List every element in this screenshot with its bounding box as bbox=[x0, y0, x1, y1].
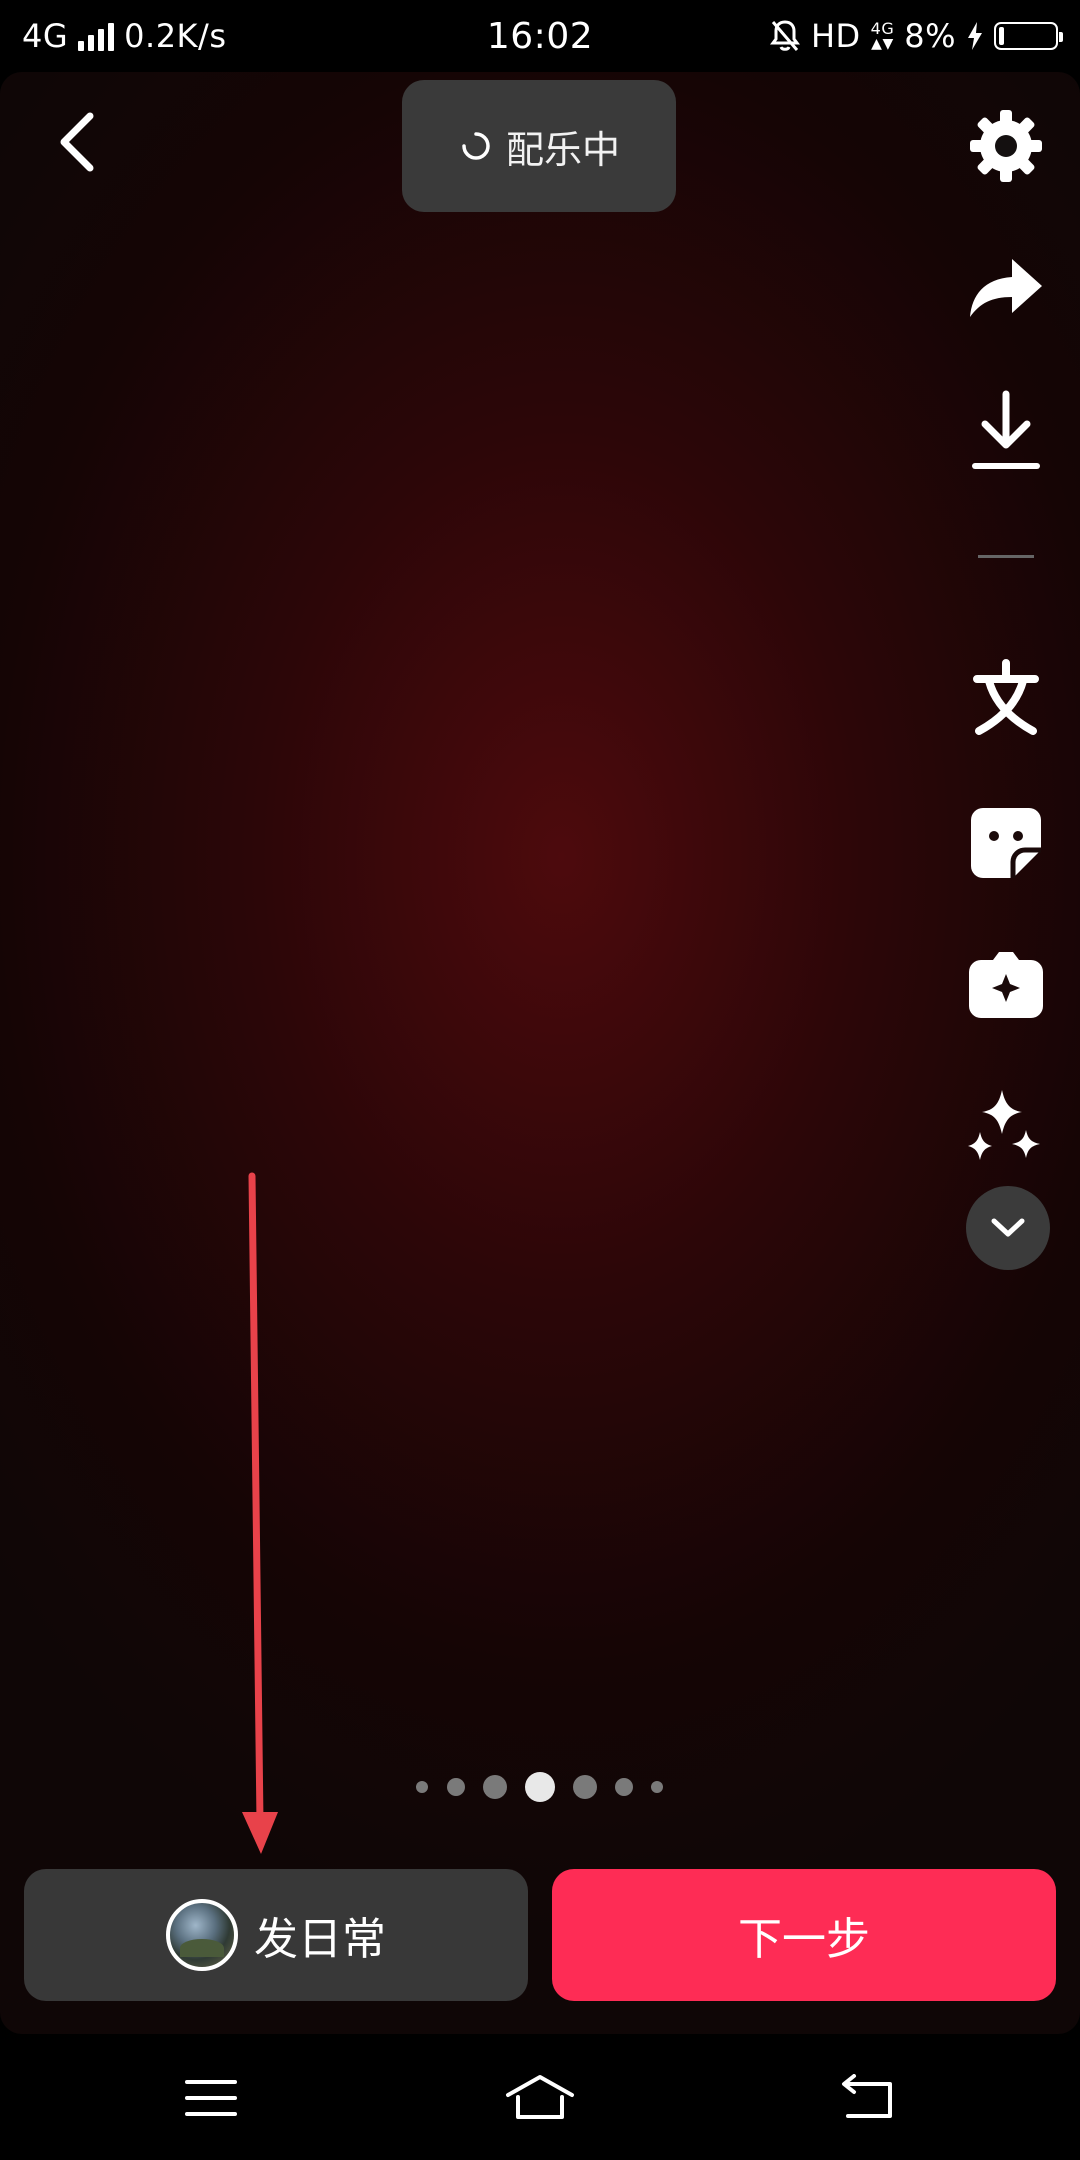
toolbar-divider bbox=[978, 555, 1034, 558]
sticker-button[interactable] bbox=[960, 797, 1052, 889]
post-daily-label: 发日常 bbox=[254, 1914, 386, 1965]
back-nav-icon bbox=[842, 2074, 892, 2118]
download-button[interactable] bbox=[960, 386, 1052, 478]
page-dot bbox=[416, 1781, 428, 1793]
page-dot bbox=[615, 1778, 633, 1796]
data-arrows-icon: 4G ▲▼ bbox=[870, 19, 895, 52]
battery-icon bbox=[994, 22, 1063, 50]
home-icon bbox=[506, 2075, 574, 2119]
chevron-left-icon bbox=[60, 112, 94, 172]
page-dot bbox=[573, 1775, 597, 1799]
battery-percent: 8% bbox=[904, 17, 956, 55]
annotation-arrow-icon bbox=[242, 1172, 278, 1854]
settings-button[interactable] bbox=[960, 100, 1052, 192]
download-icon bbox=[972, 390, 1040, 469]
settings-icon bbox=[970, 110, 1042, 182]
network-type: 4G bbox=[22, 17, 69, 55]
page-dots bbox=[416, 1772, 663, 1802]
next-step-label: 下一步 bbox=[738, 1914, 870, 1965]
sticker-icon bbox=[971, 808, 1041, 878]
hd-label: HD bbox=[810, 17, 861, 55]
page-dot bbox=[651, 1781, 663, 1793]
network-speed: 0.2K/s bbox=[124, 17, 227, 55]
share-button[interactable] bbox=[960, 242, 1052, 334]
page-dot bbox=[447, 1778, 465, 1796]
text-icon bbox=[973, 659, 1039, 735]
share-icon bbox=[970, 259, 1042, 317]
effects-icon bbox=[969, 952, 1043, 1018]
sparkle-button[interactable] bbox=[960, 1082, 1052, 1174]
expand-more-button[interactable] bbox=[966, 1186, 1050, 1270]
page-indicator bbox=[400, 1767, 680, 1807]
music-status-label: 配乐中 bbox=[505, 127, 620, 172]
charging-icon bbox=[968, 22, 982, 50]
loading-spinner-icon bbox=[462, 132, 490, 160]
text-button[interactable] bbox=[960, 653, 1052, 745]
mute-bell-icon bbox=[769, 20, 800, 51]
effects-button[interactable] bbox=[960, 939, 1052, 1031]
post-daily-button[interactable]: 发日常 bbox=[24, 1869, 528, 2001]
page-dot-active bbox=[525, 1772, 555, 1802]
menu-icon bbox=[185, 2080, 237, 2116]
status-right: HD 4G ▲▼ 8% bbox=[769, 17, 1063, 55]
status-left: 4G 0.2K/s bbox=[22, 17, 226, 55]
chevron-down-icon bbox=[991, 1218, 1025, 1237]
editor-preview: 配乐中 发日常 下一步 bbox=[0, 72, 1080, 2034]
avatar bbox=[166, 1899, 238, 1971]
status-bar: 4G 0.2K/s 16:02 HD 4G ▲▼ 8% bbox=[0, 0, 1080, 72]
system-nav-bar bbox=[0, 2034, 1080, 2160]
back-nav-button[interactable] bbox=[828, 2070, 908, 2126]
page-dot bbox=[483, 1775, 507, 1799]
net-type-small: 4G bbox=[870, 19, 895, 38]
back-button[interactable] bbox=[48, 102, 112, 182]
next-step-button[interactable]: 下一步 bbox=[552, 1869, 1056, 2001]
sparkle-icon bbox=[968, 1090, 1040, 1160]
home-button[interactable] bbox=[500, 2070, 580, 2126]
music-status-pill[interactable]: 配乐中 bbox=[402, 80, 676, 212]
signal-icon bbox=[78, 21, 115, 51]
recent-apps-button[interactable] bbox=[171, 2070, 251, 2126]
bottom-actions: 发日常 下一步 bbox=[24, 1869, 1056, 2001]
